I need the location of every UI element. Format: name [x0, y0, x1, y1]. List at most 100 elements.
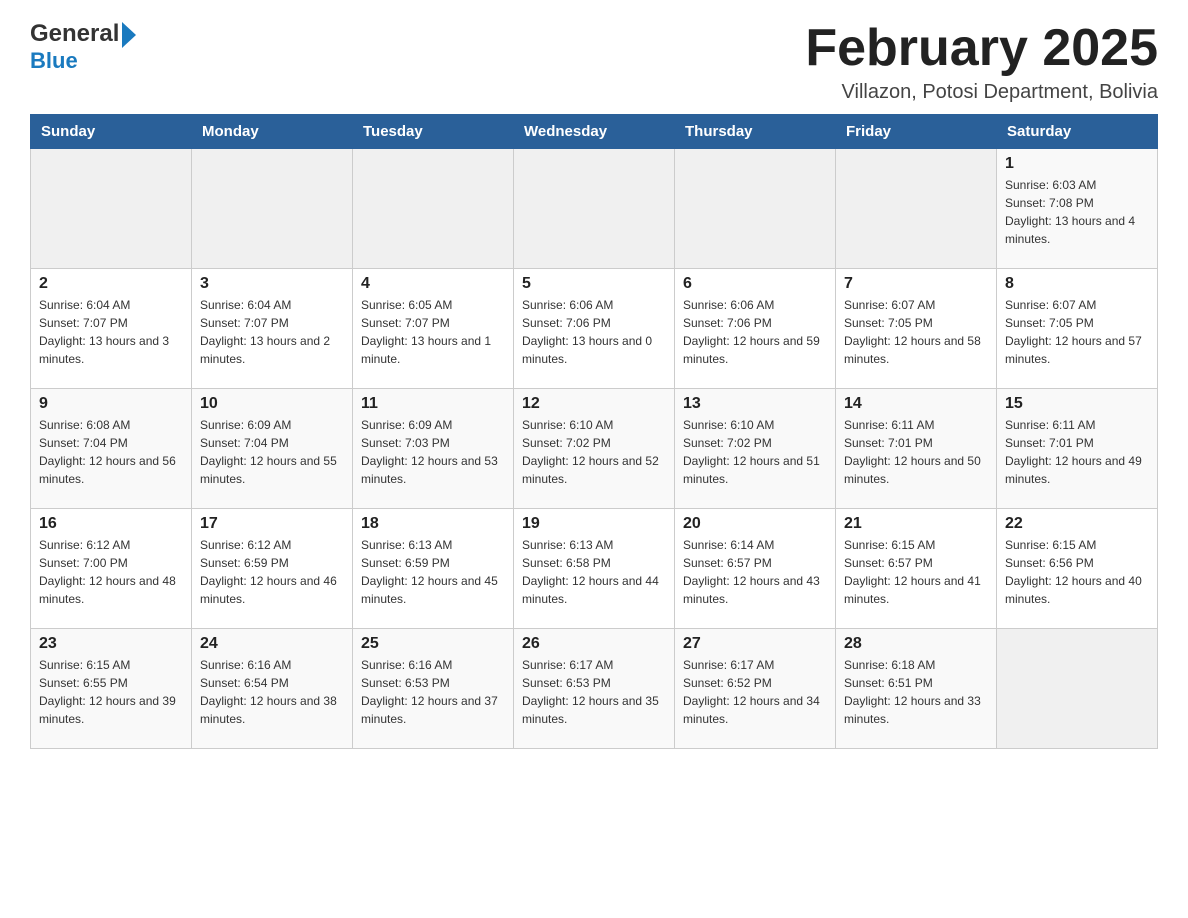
day-info: Sunrise: 6:15 AM Sunset: 6:56 PM Dayligh… — [1005, 536, 1149, 608]
week-row-2: 9 Sunrise: 6:08 AM Sunset: 7:04 PM Daylig… — [31, 389, 1158, 509]
day-info: Sunrise: 6:16 AM Sunset: 6:54 PM Dayligh… — [200, 656, 344, 728]
day-number: 2 — [39, 275, 183, 293]
day-number: 28 — [844, 635, 988, 653]
day-number: 8 — [1005, 275, 1149, 293]
day-number: 14 — [844, 395, 988, 413]
day-info: Sunrise: 6:13 AM Sunset: 6:59 PM Dayligh… — [361, 536, 505, 608]
day-number: 10 — [200, 395, 344, 413]
day-number: 26 — [522, 635, 666, 653]
day-number: 15 — [1005, 395, 1149, 413]
day-info: Sunrise: 6:16 AM Sunset: 6:53 PM Dayligh… — [361, 656, 505, 728]
day-info: Sunrise: 6:04 AM Sunset: 7:07 PM Dayligh… — [200, 296, 344, 368]
day-number: 12 — [522, 395, 666, 413]
calendar-cell — [836, 149, 997, 269]
calendar-cell: 19 Sunrise: 6:13 AM Sunset: 6:58 PM Dayli… — [514, 509, 675, 629]
calendar-cell: 22 Sunrise: 6:15 AM Sunset: 6:56 PM Dayli… — [997, 509, 1158, 629]
day-info: Sunrise: 6:06 AM Sunset: 7:06 PM Dayligh… — [522, 296, 666, 368]
day-info: Sunrise: 6:12 AM Sunset: 7:00 PM Dayligh… — [39, 536, 183, 608]
day-info: Sunrise: 6:12 AM Sunset: 6:59 PM Dayligh… — [200, 536, 344, 608]
day-info: Sunrise: 6:11 AM Sunset: 7:01 PM Dayligh… — [844, 416, 988, 488]
week-row-0: 1 Sunrise: 6:03 AM Sunset: 7:08 PM Daylig… — [31, 149, 1158, 269]
calendar-cell — [192, 149, 353, 269]
week-row-1: 2 Sunrise: 6:04 AM Sunset: 7:07 PM Daylig… — [31, 269, 1158, 389]
day-number: 1 — [1005, 155, 1149, 173]
day-number: 9 — [39, 395, 183, 413]
day-number: 24 — [200, 635, 344, 653]
header-sunday: Sunday — [31, 115, 192, 149]
calendar-cell — [353, 149, 514, 269]
day-info: Sunrise: 6:10 AM Sunset: 7:02 PM Dayligh… — [683, 416, 827, 488]
calendar-cell: 2 Sunrise: 6:04 AM Sunset: 7:07 PM Daylig… — [31, 269, 192, 389]
day-number: 23 — [39, 635, 183, 653]
header-wednesday: Wednesday — [514, 115, 675, 149]
header-friday: Friday — [836, 115, 997, 149]
calendar-cell: 28 Sunrise: 6:18 AM Sunset: 6:51 PM Dayli… — [836, 629, 997, 749]
calendar-title: February 2025 — [805, 20, 1158, 77]
header-tuesday: Tuesday — [353, 115, 514, 149]
day-info: Sunrise: 6:11 AM Sunset: 7:01 PM Dayligh… — [1005, 416, 1149, 488]
calendar-cell: 5Sunrise: 6:06 AM Sunset: 7:06 PM Daylig… — [514, 269, 675, 389]
calendar-cell: 17 Sunrise: 6:12 AM Sunset: 6:59 PM Dayli… — [192, 509, 353, 629]
calendar-cell: 21 Sunrise: 6:15 AM Sunset: 6:57 PM Dayli… — [836, 509, 997, 629]
logo-arrow — [122, 22, 136, 48]
calendar-cell: 24 Sunrise: 6:16 AM Sunset: 6:54 PM Dayli… — [192, 629, 353, 749]
day-info: Sunrise: 6:15 AM Sunset: 6:57 PM Dayligh… — [844, 536, 988, 608]
calendar-cell: 27 Sunrise: 6:17 AM Sunset: 6:52 PM Dayli… — [675, 629, 836, 749]
day-info: Sunrise: 6:05 AM Sunset: 7:07 PM Dayligh… — [361, 296, 505, 368]
logo-general-text: General — [30, 20, 119, 48]
calendar-cell — [31, 149, 192, 269]
day-number: 21 — [844, 515, 988, 533]
day-info: Sunrise: 6:09 AM Sunset: 7:04 PM Dayligh… — [200, 416, 344, 488]
logo-blue-text: Blue — [30, 48, 136, 74]
day-number: 4 — [361, 275, 505, 293]
day-info: Sunrise: 6:04 AM Sunset: 7:07 PM Dayligh… — [39, 296, 183, 368]
calendar-cell: 8Sunrise: 6:07 AM Sunset: 7:05 PM Daylig… — [997, 269, 1158, 389]
day-info: Sunrise: 6:10 AM Sunset: 7:02 PM Dayligh… — [522, 416, 666, 488]
day-number: 25 — [361, 635, 505, 653]
calendar-table: SundayMondayTuesdayWednesdayThursdayFrid… — [30, 114, 1158, 749]
calendar-cell: 7 Sunrise: 6:07 AM Sunset: 7:05 PM Daylig… — [836, 269, 997, 389]
calendar-cell: 25 Sunrise: 6:16 AM Sunset: 6:53 PM Dayli… — [353, 629, 514, 749]
header-monday: Monday — [192, 115, 353, 149]
calendar-cell: 9 Sunrise: 6:08 AM Sunset: 7:04 PM Daylig… — [31, 389, 192, 509]
calendar-subtitle: Villazon, Potosi Department, Bolivia — [805, 81, 1158, 104]
day-info: Sunrise: 6:14 AM Sunset: 6:57 PM Dayligh… — [683, 536, 827, 608]
day-info: Sunrise: 6:18 AM Sunset: 6:51 PM Dayligh… — [844, 656, 988, 728]
day-info: Sunrise: 6:03 AM Sunset: 7:08 PM Dayligh… — [1005, 176, 1149, 248]
day-info: Sunrise: 6:13 AM Sunset: 6:58 PM Dayligh… — [522, 536, 666, 608]
day-number: 16 — [39, 515, 183, 533]
logo: General Blue — [30, 20, 136, 74]
calendar-cell: 26 Sunrise: 6:17 AM Sunset: 6:53 PM Dayli… — [514, 629, 675, 749]
day-info: Sunrise: 6:08 AM Sunset: 7:04 PM Dayligh… — [39, 416, 183, 488]
day-number: 18 — [361, 515, 505, 533]
day-info: Sunrise: 6:15 AM Sunset: 6:55 PM Dayligh… — [39, 656, 183, 728]
day-number: 11 — [361, 395, 505, 413]
calendar-cell: 3 Sunrise: 6:04 AM Sunset: 7:07 PM Daylig… — [192, 269, 353, 389]
day-info: Sunrise: 6:09 AM Sunset: 7:03 PM Dayligh… — [361, 416, 505, 488]
header-saturday: Saturday — [997, 115, 1158, 149]
calendar-cell: 13Sunrise: 6:10 AM Sunset: 7:02 PM Dayli… — [675, 389, 836, 509]
day-info: Sunrise: 6:17 AM Sunset: 6:52 PM Dayligh… — [683, 656, 827, 728]
header-thursday: Thursday — [675, 115, 836, 149]
calendar-cell — [997, 629, 1158, 749]
calendar-cell: 12 Sunrise: 6:10 AM Sunset: 7:02 PM Dayli… — [514, 389, 675, 509]
day-info: Sunrise: 6:07 AM Sunset: 7:05 PM Dayligh… — [844, 296, 988, 368]
calendar-cell: 16 Sunrise: 6:12 AM Sunset: 7:00 PM Dayli… — [31, 509, 192, 629]
day-number: 27 — [683, 635, 827, 653]
day-info: Sunrise: 6:17 AM Sunset: 6:53 PM Dayligh… — [522, 656, 666, 728]
day-number: 17 — [200, 515, 344, 533]
day-number: 6 — [683, 275, 827, 293]
calendar-cell: 15 Sunrise: 6:11 AM Sunset: 7:01 PM Dayli… — [997, 389, 1158, 509]
calendar-cell: 18 Sunrise: 6:13 AM Sunset: 6:59 PM Dayli… — [353, 509, 514, 629]
day-number: 19 — [522, 515, 666, 533]
day-number: 20 — [683, 515, 827, 533]
week-row-3: 16 Sunrise: 6:12 AM Sunset: 7:00 PM Dayli… — [31, 509, 1158, 629]
title-block: February 2025 Villazon, Potosi Departmen… — [805, 20, 1158, 104]
day-number: 7 — [844, 275, 988, 293]
day-number: 22 — [1005, 515, 1149, 533]
week-row-4: 23 Sunrise: 6:15 AM Sunset: 6:55 PM Dayli… — [31, 629, 1158, 749]
day-number: 3 — [200, 275, 344, 293]
calendar-cell — [514, 149, 675, 269]
calendar-cell: 11 Sunrise: 6:09 AM Sunset: 7:03 PM Dayli… — [353, 389, 514, 509]
day-info: Sunrise: 6:06 AM Sunset: 7:06 PM Dayligh… — [683, 296, 827, 368]
